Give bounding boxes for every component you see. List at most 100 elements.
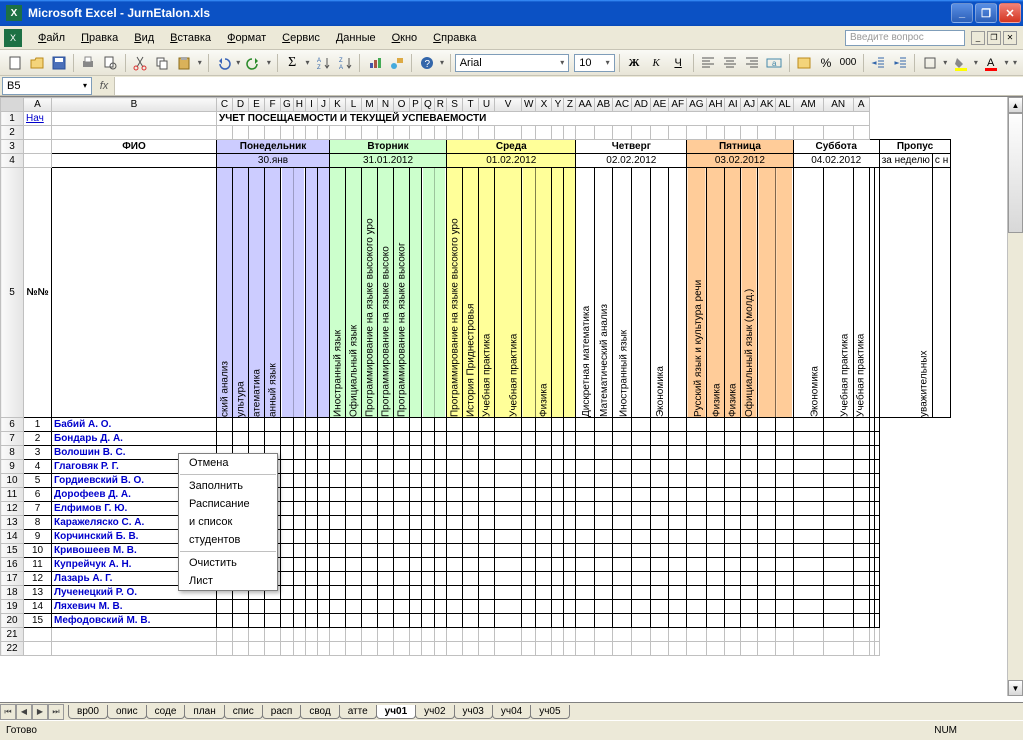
vertical-scrollbar[interactable]: ▲ ▼ bbox=[1007, 97, 1023, 696]
subject-cell[interactable] bbox=[434, 168, 446, 418]
menu-формат[interactable]: Формат bbox=[219, 29, 274, 47]
row-header-8[interactable]: 8 bbox=[1, 446, 24, 460]
col-header-R[interactable]: R bbox=[434, 98, 446, 112]
date-cell[interactable]: 30.янв bbox=[217, 154, 330, 168]
subject-cell[interactable]: атематика bbox=[249, 168, 265, 418]
sheet-tab-уч04[interactable]: уч04 bbox=[492, 705, 531, 719]
row-header-19[interactable]: 19 bbox=[1, 600, 24, 614]
subject-cell[interactable] bbox=[758, 168, 776, 418]
subject-cell[interactable]: Учебная практика bbox=[495, 168, 522, 418]
scroll-down-button[interactable]: ▼ bbox=[1008, 680, 1023, 696]
col-header-U[interactable]: U bbox=[479, 98, 495, 112]
subject-cell[interactable] bbox=[293, 168, 305, 418]
toolbar-options-2[interactable]: ▾ bbox=[1011, 58, 1019, 67]
subject-cell[interactable]: ский анализ bbox=[217, 168, 233, 418]
row-header-16[interactable]: 16 bbox=[1, 558, 24, 572]
menu-сервис[interactable]: Сервис bbox=[274, 29, 328, 47]
new-button[interactable] bbox=[4, 52, 25, 74]
date-cell[interactable]: 03.02.2012 bbox=[687, 154, 794, 168]
sheet-tab-спис[interactable]: спис bbox=[224, 705, 263, 719]
font-name-combo[interactable]: Arial▾ bbox=[455, 54, 570, 72]
day-header[interactable]: Четверг bbox=[576, 140, 687, 154]
col-header-F[interactable]: F bbox=[265, 98, 281, 112]
menu-данные[interactable]: Данные bbox=[328, 29, 384, 47]
col-header-J[interactable]: J bbox=[318, 98, 330, 112]
day-header[interactable]: Пятница bbox=[687, 140, 794, 154]
ctx-clear[interactable]: Очистить bbox=[179, 554, 277, 572]
col-header-B[interactable]: B bbox=[52, 98, 217, 112]
col-header-AA[interactable]: AA bbox=[576, 98, 594, 112]
paste-button[interactable] bbox=[174, 52, 195, 74]
menu-файл[interactable]: Файл bbox=[30, 29, 73, 47]
menu-вид[interactable]: Вид bbox=[126, 29, 162, 47]
subject-cell[interactable] bbox=[281, 168, 294, 418]
save-button[interactable] bbox=[48, 52, 69, 74]
align-center-button[interactable] bbox=[720, 52, 741, 74]
subject-cell[interactable] bbox=[410, 168, 422, 418]
ctx-schedule[interactable]: Расписание bbox=[179, 495, 277, 513]
decrease-indent-button[interactable] bbox=[867, 52, 888, 74]
autosum-dropdown[interactable]: ▾ bbox=[304, 58, 312, 67]
num-header[interactable]: №№ bbox=[24, 168, 52, 418]
col-header-C[interactable]: C bbox=[217, 98, 233, 112]
subject-cell[interactable]: Русский язык и культура речи bbox=[687, 168, 706, 418]
minimize-button[interactable]: _ bbox=[951, 3, 973, 23]
subject-cell[interactable]: Иностранный язык bbox=[330, 168, 346, 418]
row-header-21[interactable]: 21 bbox=[1, 628, 24, 642]
col-header-V[interactable]: V bbox=[495, 98, 522, 112]
col-header-Y[interactable]: Y bbox=[552, 98, 564, 112]
subject-cell[interactable]: Физика bbox=[725, 168, 741, 418]
tab-nav-prev[interactable]: ◀ bbox=[16, 704, 32, 720]
sheet-tab-уч05[interactable]: уч05 bbox=[530, 705, 569, 719]
sort-asc-button[interactable]: AZ bbox=[312, 52, 333, 74]
row-header-1[interactable]: 1 bbox=[1, 112, 24, 126]
sheet-tab-уч03[interactable]: уч03 bbox=[454, 705, 493, 719]
sheet-tab-опис[interactable]: опис bbox=[107, 705, 147, 719]
sheet-tab-план[interactable]: план bbox=[184, 705, 224, 719]
col-header-A[interactable]: A bbox=[853, 98, 869, 112]
subject-cell[interactable]: Официальный язык bbox=[346, 168, 362, 418]
tab-nav-last[interactable]: ⏭ bbox=[48, 704, 64, 720]
row-header-22[interactable]: 22 bbox=[1, 642, 24, 656]
cut-button[interactable] bbox=[130, 52, 151, 74]
tab-nav-next[interactable]: ▶ bbox=[32, 704, 48, 720]
subject-cell[interactable] bbox=[552, 168, 564, 418]
ctx-students[interactable]: студентов bbox=[179, 531, 277, 549]
row-header-5[interactable]: 5 bbox=[1, 168, 24, 418]
col-header-H[interactable]: H bbox=[293, 98, 305, 112]
sheet-tab-уч02[interactable]: уч02 bbox=[415, 705, 454, 719]
font-color-button[interactable]: A bbox=[981, 52, 1002, 74]
col-header-AG[interactable]: AG bbox=[687, 98, 706, 112]
subject-cell[interactable]: анный язык bbox=[265, 168, 281, 418]
subject-cell[interactable] bbox=[318, 168, 330, 418]
row-header-18[interactable]: 18 bbox=[1, 586, 24, 600]
subject-cell[interactable]: Учебная практика bbox=[853, 168, 869, 418]
col-header-G[interactable]: G bbox=[281, 98, 294, 112]
student-name[interactable]: Ляхевич М. В. bbox=[52, 600, 217, 614]
row-header-3[interactable]: 3 bbox=[1, 140, 24, 154]
font-color-dropdown[interactable]: ▾ bbox=[1003, 58, 1011, 67]
col-header-I[interactable]: I bbox=[306, 98, 318, 112]
formula-input[interactable] bbox=[114, 77, 1023, 95]
paste-dropdown[interactable]: ▾ bbox=[196, 58, 204, 67]
row-header-6[interactable]: 6 bbox=[1, 418, 24, 432]
sheet-tab-расп[interactable]: расп bbox=[262, 705, 302, 719]
day-header[interactable]: Среда bbox=[447, 140, 576, 154]
col-header-E[interactable]: E bbox=[249, 98, 265, 112]
row-header-2[interactable]: 2 bbox=[1, 126, 24, 140]
subject-cell[interactable]: Физика bbox=[706, 168, 725, 418]
col-header-AF[interactable]: AF bbox=[669, 98, 687, 112]
menu-справка[interactable]: Справка bbox=[425, 29, 484, 47]
close-button[interactable]: ✕ bbox=[999, 3, 1021, 23]
align-right-button[interactable] bbox=[742, 52, 763, 74]
bold-button[interactable]: Ж bbox=[624, 52, 645, 74]
fill-color-dropdown[interactable]: ▾ bbox=[972, 58, 980, 67]
merge-center-button[interactable]: a bbox=[764, 52, 785, 74]
row-header-17[interactable]: 17 bbox=[1, 572, 24, 586]
comma-button[interactable]: 000 bbox=[838, 52, 859, 74]
fill-color-button[interactable] bbox=[950, 52, 971, 74]
col-header-X[interactable]: X bbox=[536, 98, 552, 112]
student-name[interactable]: Бабий А. О. bbox=[52, 418, 217, 432]
toolbar-options-dropdown[interactable]: ▾ bbox=[438, 58, 446, 67]
align-left-button[interactable] bbox=[698, 52, 719, 74]
